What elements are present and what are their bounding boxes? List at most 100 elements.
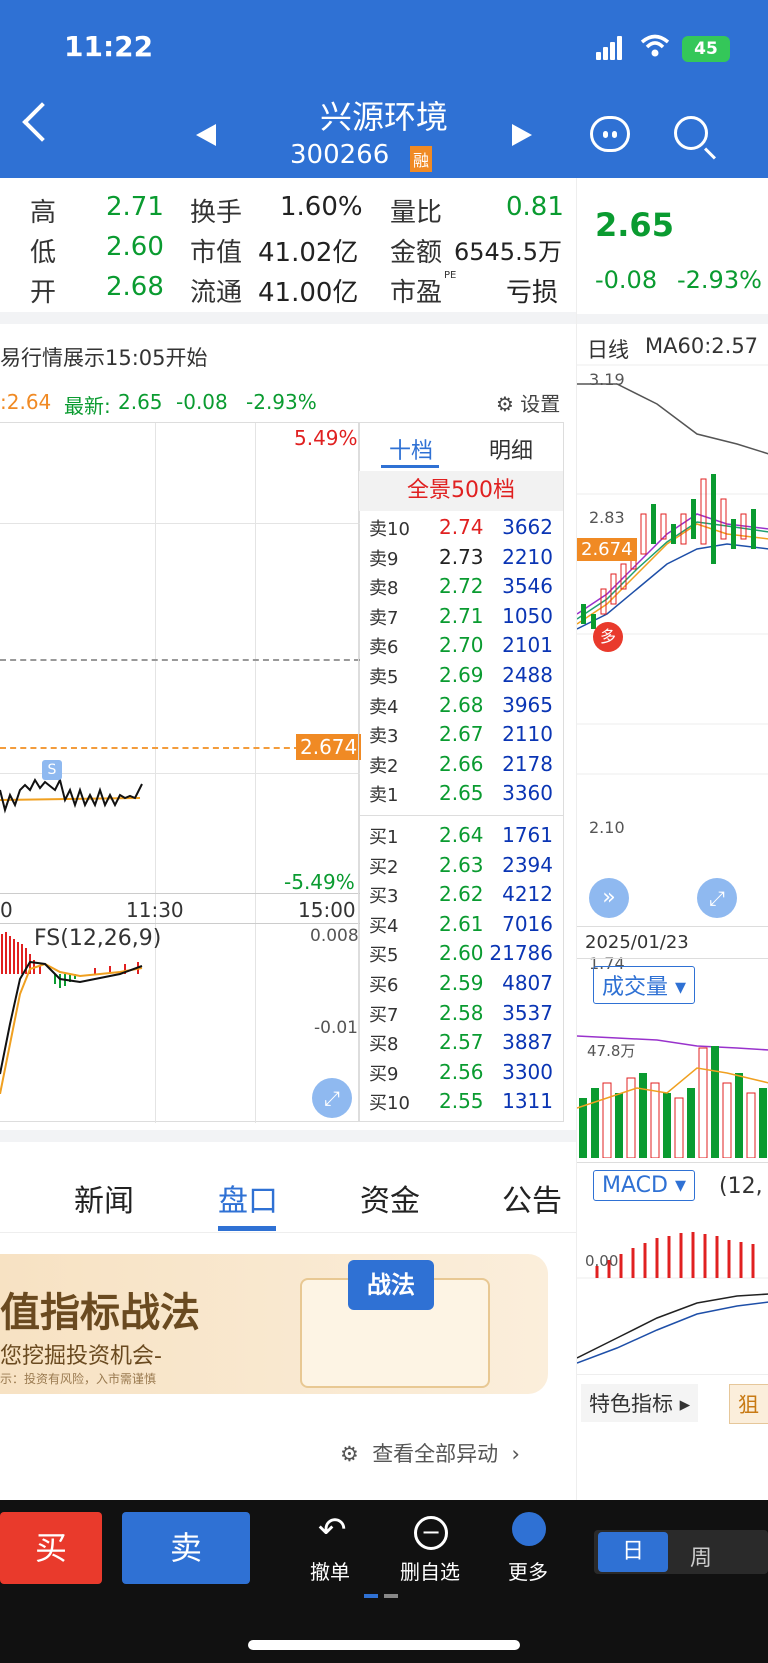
sell-button[interactable]: 卖 — [122, 1512, 250, 1584]
search-icon[interactable] — [674, 116, 708, 150]
bottom-pct: -5.49% — [284, 870, 355, 894]
stat-label: 市盈 — [390, 278, 443, 308]
ask-row[interactable]: 卖10 2.74 3662 — [359, 515, 561, 543]
bid-level: 买2 — [369, 856, 399, 878]
period-day[interactable]: 日 — [598, 1532, 668, 1572]
bid-price: 2.55 — [439, 1089, 484, 1114]
ask-row[interactable]: 卖3 2.67 2110 — [359, 722, 561, 750]
ask-row[interactable]: 卖9 2.73 2210 — [359, 545, 561, 573]
tab-announcements[interactable]: 公告 — [502, 1176, 562, 1220]
bid-price: 2.64 — [439, 823, 484, 847]
view-all-link[interactable]: ⚙ 查看全部异动 › — [340, 1438, 520, 1468]
ask-level: 卖5 — [369, 667, 399, 688]
settings-label: 设置 — [520, 392, 561, 416]
bid-price: 2.56 — [439, 1059, 484, 1084]
right-change: -0.08 — [595, 266, 658, 294]
stock-code: 300266 — [290, 140, 390, 170]
promo-banner[interactable]: 值指标战法 您挖掘投资机会- 示：投资有风险，入市需谨慎 战法 — [0, 1254, 548, 1394]
panorama-button[interactable]: 全景500档 — [359, 471, 563, 511]
bid-level: 买6 — [369, 975, 399, 996]
more-button[interactable]: 更多 — [508, 1556, 548, 1585]
chevron-right-icon: › — [511, 1442, 520, 1466]
bid-volume: 4807 — [502, 971, 553, 995]
ask-row[interactable]: 卖7 2.71 1050 — [359, 604, 561, 632]
ask-price: 2.65 — [439, 781, 484, 806]
bid-volume: 2394 — [502, 852, 553, 877]
feature2-button[interactable]: 狙 — [729, 1384, 768, 1424]
banner-note: 示：投资有风险，入市需谨慎 — [0, 1372, 157, 1386]
stat-label: 高 — [30, 198, 57, 228]
kline-panel[interactable]: 2.65 -0.08 -2.93% 日线 MA60:2.57 3.19 2.83… — [576, 178, 768, 1500]
bid-volume: 7016 — [502, 911, 553, 936]
feature-indicator-button[interactable]: 特色指标 ▸ — [581, 1384, 699, 1422]
ask-row[interactable]: 卖6 2.70 2101 — [359, 633, 561, 661]
ask-price: 2.71 — [439, 603, 484, 628]
bid-row[interactable]: 买6 2.59 4807 — [359, 971, 561, 999]
ask-level: 卖9 — [369, 548, 399, 570]
tab-funds[interactable]: 资金 — [360, 1176, 420, 1220]
buy-button[interactable]: 买 — [0, 1512, 102, 1584]
stat-label: 量比 — [390, 198, 443, 228]
ask-volume: 2110 — [502, 722, 553, 747]
ask-volume: 3662 — [502, 515, 553, 539]
undo-icon: ↶ — [318, 1510, 347, 1550]
ask-row[interactable]: 卖1 2.65 3360 — [359, 781, 561, 809]
banner-badge: 战法 — [348, 1260, 434, 1310]
ask-level: 卖3 — [369, 726, 399, 748]
cellular-signal-icon — [596, 36, 624, 62]
ask-volume: 3965 — [502, 692, 553, 717]
bid-row[interactable]: 买10 2.55 1311 — [359, 1089, 561, 1117]
tab-handicap[interactable]: 盘口 — [218, 1176, 278, 1220]
bid-row[interactable]: 买4 2.61 7016 — [359, 912, 561, 940]
macd-indicator-button[interactable]: MACD ▾ — [593, 1170, 695, 1201]
margin-badge: 融 — [410, 146, 433, 172]
fullscreen-icon[interactable]: ⤢ — [697, 878, 737, 918]
bid-level: 买1 — [369, 827, 399, 848]
more-icon — [512, 1512, 546, 1546]
tab-news[interactable]: 新闻 — [74, 1176, 134, 1220]
next-stock-icon[interactable] — [512, 124, 532, 146]
bid-volume: 3887 — [502, 1030, 553, 1055]
bid-row[interactable]: 买9 2.56 3300 — [359, 1060, 561, 1088]
duo-marker: 多 — [593, 622, 623, 652]
ask-row[interactable]: 卖8 2.72 3546 — [359, 574, 561, 602]
latest-change: -0.08 — [176, 390, 228, 414]
ask-volume: 2101 — [502, 633, 553, 658]
bid-row[interactable]: 买1 2.64 1761 — [359, 823, 561, 851]
assistant-icon[interactable] — [590, 116, 630, 152]
bid-volume: 3300 — [502, 1059, 553, 1084]
bid-level: 买10 — [369, 1093, 410, 1115]
bid-level: 买3 — [369, 886, 399, 908]
intraday-price-line — [0, 777, 143, 814]
expand-icon[interactable]: ⤢ — [312, 1078, 352, 1118]
top-pct: 5.49% — [294, 426, 358, 450]
ask-level: 卖1 — [369, 785, 399, 807]
ask-row[interactable]: 卖5 2.69 2488 — [359, 663, 561, 691]
bid-row[interactable]: 买7 2.58 3537 — [359, 1001, 561, 1029]
stat-value: 2.60 — [106, 232, 164, 262]
settings-button[interactable]: ⚙ 设置 — [496, 388, 560, 417]
ask-volume: 1050 — [502, 603, 553, 628]
cancel-order-button[interactable]: 撤单 — [310, 1556, 350, 1585]
bid-row[interactable]: 买2 2.63 2394 — [359, 853, 561, 881]
latest-pct: -2.93% — [246, 390, 317, 414]
macd-label: FS(12,26,9) — [34, 926, 162, 951]
period-week[interactable]: 周 — [690, 1540, 712, 1572]
stat-value: 亏损 — [506, 278, 559, 308]
tab-ten-level[interactable]: 十档 — [389, 433, 433, 465]
bid-row[interactable]: 买5 2.60 21786 — [359, 941, 561, 969]
remove-watchlist-button[interactable]: 删自选 — [400, 1556, 460, 1585]
ask-row[interactable]: 卖2 2.66 2178 — [359, 752, 561, 780]
ask-row[interactable]: 卖4 2.68 3965 — [359, 693, 561, 721]
tab-detail[interactable]: 明细 — [489, 433, 533, 465]
gear-icon: ⚙ — [340, 1442, 359, 1466]
expand-left-icon[interactable]: » — [589, 878, 629, 918]
pe-superscript: PE — [444, 270, 457, 281]
bid-row[interactable]: 买3 2.62 4212 — [359, 882, 561, 910]
view-all-label: 查看全部异动 — [372, 1442, 499, 1466]
bid-row[interactable]: 买8 2.57 3887 — [359, 1030, 561, 1058]
ask-price: 2.69 — [439, 663, 484, 687]
bid-price: 2.59 — [439, 971, 484, 995]
bid-price: 2.60 — [439, 941, 484, 966]
volume-indicator-button[interactable]: 成交量 ▾ — [593, 966, 696, 1004]
